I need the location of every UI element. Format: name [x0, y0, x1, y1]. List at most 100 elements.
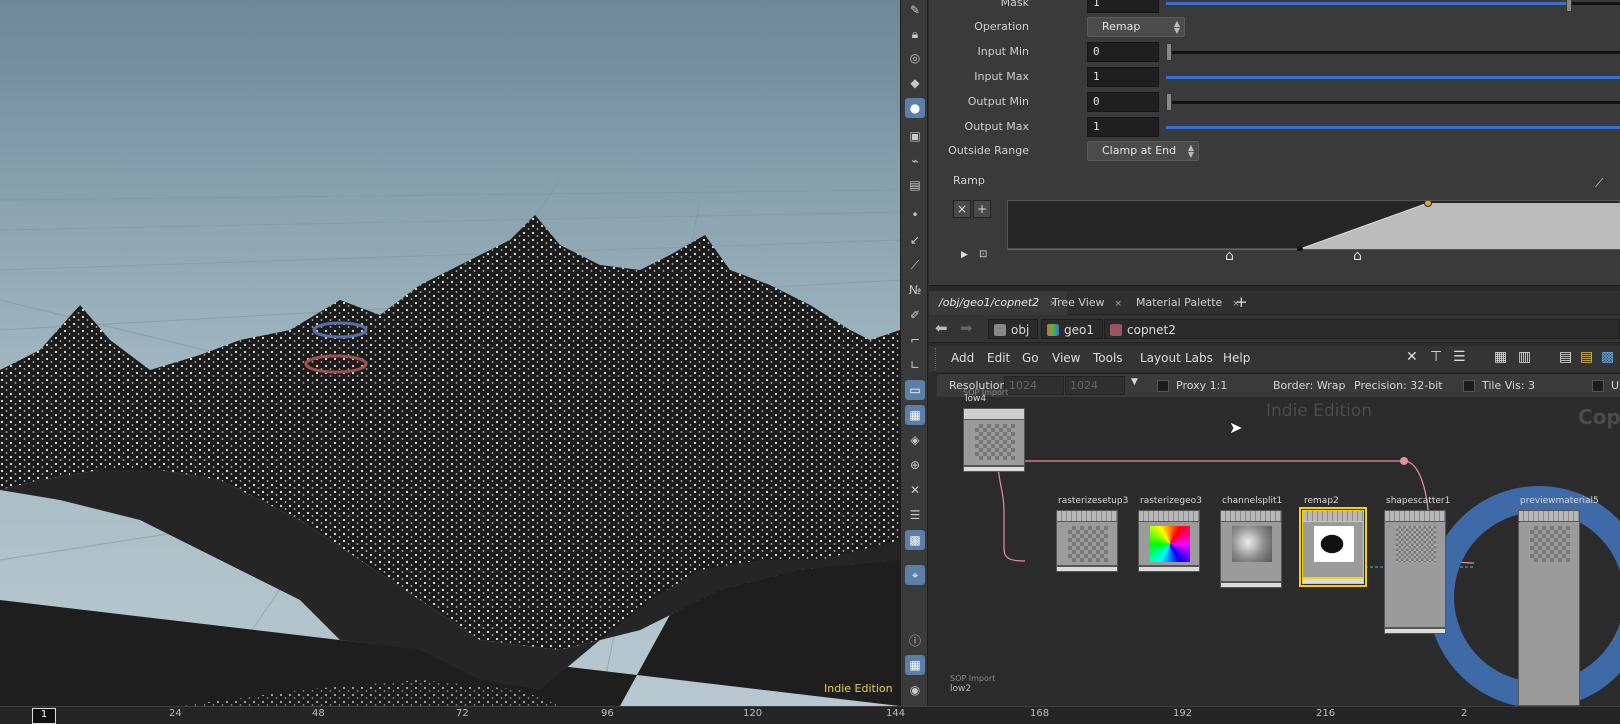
- output-max-row: Output Max 1: [929, 116, 1620, 138]
- input-max-field[interactable]: 1: [1087, 67, 1159, 87]
- layout-icon[interactable]: ▦: [905, 655, 925, 675]
- list-icon[interactable]: ☰: [905, 505, 925, 525]
- snap-icon[interactable]: ✎: [905, 0, 925, 20]
- outside-range-dropdown[interactable]: Clamp at End ▲ ▼: [1087, 141, 1199, 161]
- network-editor[interactable]: /obj/geo1/copnet2 × Tree View × Material P…: [929, 291, 1620, 706]
- node-previewmaterial5[interactable]: previewmaterial5: [1518, 496, 1599, 706]
- ramp-key-handle-icon[interactable]: ⌂: [1353, 248, 1362, 264]
- brush-icon[interactable]: ✐: [905, 305, 925, 325]
- input-max-slider[interactable]: [1166, 76, 1620, 79]
- outside-range-row: Outside Range Clamp at End ▲ ▼: [929, 140, 1620, 162]
- node-label: previewmaterial5: [1520, 496, 1599, 506]
- mouse-cursor-icon: ➤: [1229, 418, 1243, 437]
- node-label: shapescatter1: [1386, 496, 1451, 506]
- timeline[interactable]: 1 24 48 72 96 120 144 168 192 216 2: [0, 706, 1620, 724]
- operation-value: Remap: [1102, 20, 1141, 33]
- outside-range-label: Outside Range: [948, 144, 1029, 157]
- node-label: rasterizesetup3: [1058, 496, 1129, 506]
- node-rasterizesetup3[interactable]: rasterizesetup3: [1056, 496, 1128, 572]
- input-max-row: Input Max 1: [929, 66, 1620, 88]
- node-shapescatter1[interactable]: shapescatter1: [1384, 496, 1450, 634]
- operation-dropdown[interactable]: Remap ▲ ▼: [1087, 17, 1185, 37]
- input-min-label: Input Min: [977, 45, 1030, 58]
- camera-icon[interactable]: ⌁: [905, 151, 925, 171]
- ramp-key-handle-icon[interactable]: ⌂: [1225, 248, 1234, 264]
- output-min-slider[interactable]: [1166, 93, 1620, 111]
- grid-icon[interactable]: ▭: [905, 380, 925, 400]
- mask-row: Mask 1: [929, 0, 1620, 14]
- node-rasterizegeo3[interactable]: rasterizegeo3: [1138, 496, 1202, 572]
- node-thumbnail: [1068, 526, 1108, 562]
- picture-icon[interactable]: ▩: [905, 530, 925, 550]
- current-frame-indicator[interactable]: 1: [32, 708, 56, 724]
- operation-row: Operation Remap ▲ ▼: [929, 16, 1620, 38]
- input-min-field[interactable]: 0: [1087, 42, 1159, 62]
- shaded-icon[interactable]: ▦: [905, 405, 925, 425]
- ramp-add-button[interactable]: +: [973, 200, 991, 218]
- lock-icon[interactable]: 🔒︎: [905, 24, 925, 44]
- eye-icon[interactable]: ◉: [905, 680, 925, 700]
- input-min-row: Input Min 0: [929, 41, 1620, 63]
- timeline-tick: 192: [1173, 708, 1193, 719]
- parameter-panel: Mask 1 Operation Remap ▲ ▼ Input Min 0 In…: [929, 0, 1620, 290]
- mask-field[interactable]: 1: [1087, 0, 1159, 13]
- shape-icon[interactable]: ◈: [905, 430, 925, 450]
- output-min-row: Output Min 0: [929, 91, 1620, 113]
- timeline-tick: 96: [601, 708, 614, 719]
- guide-icon[interactable]: ⌐: [905, 330, 925, 350]
- transform-icon[interactable]: ✕: [905, 480, 925, 500]
- dropdown-arrow-icon: ▲ ▼: [1173, 19, 1180, 35]
- pin-icon[interactable]: ◆: [905, 73, 925, 93]
- node-thumbnail: [1396, 526, 1436, 562]
- operation-label: Operation: [974, 20, 1029, 33]
- node-channelsplit1[interactable]: channelsplit1: [1220, 496, 1282, 588]
- output-max-slider[interactable]: [1166, 126, 1620, 129]
- timeline-tick: 48: [312, 708, 325, 719]
- node-remap2[interactable]: remap2: [1299, 496, 1367, 587]
- node-label: low4: [965, 394, 987, 404]
- output-min-field[interactable]: 0: [1087, 92, 1159, 112]
- display-options-icon[interactable]: ▣: [905, 126, 925, 146]
- expand-icon[interactable]: ⊡: [979, 249, 987, 260]
- ramp-curve: [1008, 201, 1620, 251]
- node-thumbnail: [1150, 526, 1190, 562]
- location-icon[interactable]: ⌖: [905, 565, 925, 585]
- number-icon[interactable]: №: [905, 280, 925, 300]
- input-min-slider[interactable]: [1166, 43, 1620, 61]
- mask-slider[interactable]: [1166, 0, 1620, 12]
- timeline-tick: 120: [743, 708, 763, 719]
- ramp-label: Ramp: [953, 174, 985, 187]
- angle-icon[interactable]: ∟: [905, 355, 925, 375]
- play-icon[interactable]: ▶: [961, 250, 968, 260]
- low2-type-label: SOP Import: [950, 674, 996, 683]
- viewport-watermark: Indie Edition: [824, 682, 893, 695]
- scene-viewport[interactable]: Indie Edition: [0, 0, 900, 706]
- ramp-editor[interactable]: [1007, 200, 1620, 251]
- node-low4[interactable]: low4: [963, 394, 1025, 475]
- dropper-icon[interactable]: ⟋: [905, 255, 925, 275]
- point-icon[interactable]: •: [905, 205, 925, 225]
- timeline-tick: 24: [169, 708, 182, 719]
- timeline-tick: 72: [456, 708, 469, 719]
- outside-range-value: Clamp at End: [1102, 144, 1177, 157]
- ramp-interp-icon[interactable]: ⟋: [1595, 176, 1603, 191]
- timeline-tick: 144: [886, 708, 906, 719]
- light-icon[interactable]: ◎: [905, 48, 925, 68]
- viewport-toolbar: ✎ 🔒︎ ◎ ◆ ● ▣ ⌁ ▤ • ↙ ⟋ № ✐ ⌐ ∟ ▭ ▦ ◈ ⊕ ✕…: [900, 0, 928, 706]
- node-label: remap2: [1304, 496, 1339, 506]
- render-icon[interactable]: ▤: [905, 175, 925, 195]
- node-thumbnail: [975, 424, 1015, 460]
- node-label: channelsplit1: [1222, 496, 1283, 506]
- dropdown-arrow-icon: ▲ ▼: [1187, 143, 1194, 159]
- bulb-icon[interactable]: ●: [905, 98, 925, 118]
- output-max-field[interactable]: 1: [1087, 117, 1159, 137]
- paint-icon[interactable]: ⊕: [905, 455, 925, 475]
- node-thumbnail: [1314, 526, 1354, 562]
- node-thumbnail: [1232, 526, 1272, 562]
- edge-icon[interactable]: ↙: [905, 230, 925, 250]
- info-icon[interactable]: ⓘ: [905, 630, 925, 650]
- node-thumbnail: [1530, 526, 1570, 562]
- low2-label: low2: [950, 684, 972, 694]
- ramp-remove-button[interactable]: ×: [953, 200, 971, 218]
- node-label: rasterizegeo3: [1140, 496, 1202, 506]
